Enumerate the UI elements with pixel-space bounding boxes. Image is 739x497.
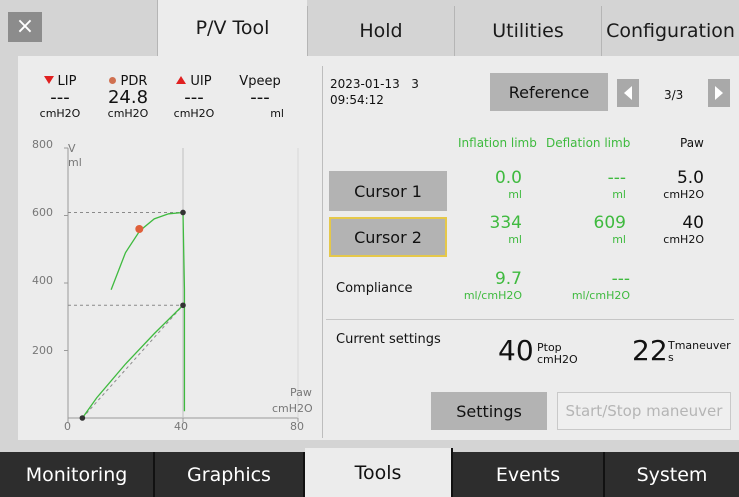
settings-divider <box>326 319 734 320</box>
cursor1-inflation-unit: ml <box>508 188 522 201</box>
cursor1-deflation-unit: ml <box>612 188 626 201</box>
nav-system[interactable]: System <box>605 452 739 497</box>
vpeep-unit: ml <box>270 107 284 120</box>
close-button[interactable]: × <box>8 12 42 42</box>
chevron-right-icon <box>715 86 723 100</box>
pv-loop-graph: 800 600 400 200 V ml 0 40 80 Paw cmH2O <box>28 138 324 438</box>
cursor1-inflation-value: 0.0 <box>494 168 522 188</box>
red-down-triangle-icon <box>43 76 54 84</box>
timestamp: 2023-01-13 3 09:54:12 <box>330 76 419 108</box>
red-up-triangle-icon <box>176 76 187 84</box>
x-axis-unit: cmH2O <box>272 402 313 415</box>
lip-value: --- <box>50 87 70 108</box>
cursor2-inflation-unit: ml <box>508 233 522 246</box>
col-inflation-limb: Inflation limb <box>458 136 537 150</box>
y-tick-800: 800 <box>32 138 53 151</box>
reference-button[interactable]: Reference <box>490 73 608 111</box>
nav-graphics[interactable]: Graphics <box>155 452 305 497</box>
top-tab-bar: × P/V Tool Hold Utilities Configuration <box>0 0 739 56</box>
cursor2-paw-value: 40 <box>682 213 704 233</box>
pv-marker-point-2 <box>180 209 186 216</box>
ptop-unit: cmH2O <box>537 353 578 366</box>
nav-monitoring[interactable]: Monitoring <box>0 452 155 497</box>
uip-value: --- <box>184 87 204 108</box>
compliance-deflation-unit: ml/cmH2O <box>571 289 630 302</box>
bottom-nav-bar: Monitoring Graphics Tools Events System <box>0 448 739 497</box>
tab-pv-tool[interactable]: P/V Tool <box>157 0 307 56</box>
y-tick-400: 400 <box>32 274 53 287</box>
pv-marker-point-3 <box>180 302 186 309</box>
cursor1-paw-value: 5.0 <box>676 168 704 188</box>
cursor1-paw: 5.0 cmH2O <box>650 168 704 202</box>
cursor2-paw-unit: cmH2O <box>663 233 704 246</box>
app-window: × P/V Tool Hold Utilities Configuration … <box>0 0 739 497</box>
cursor-2-button[interactable]: Cursor 2 <box>329 217 447 257</box>
cursor1-paw-unit: cmH2O <box>663 188 704 201</box>
settings-button[interactable]: Settings <box>431 392 547 430</box>
col-paw: Paw <box>680 136 704 150</box>
col-deflation-limb: Deflation limb <box>546 136 631 150</box>
x-tick-0: 0 <box>64 420 71 433</box>
pv-marker-point-1 <box>135 225 144 233</box>
tmaneuver-value: 22 <box>632 334 668 367</box>
tmaneuver-unit: s <box>668 351 674 364</box>
cursor1-deflation: --- ml <box>564 168 626 202</box>
compliance-inflation-unit: ml/cmH2O <box>463 289 522 302</box>
orange-dot-icon <box>108 77 116 84</box>
lip-unit: cmH2O <box>39 107 81 120</box>
tab-utilities[interactable]: Utilities <box>454 6 601 56</box>
pdr-readout: PDR 24.8 cmH2O <box>98 74 158 120</box>
cursor2-inflation-value: 334 <box>489 213 522 233</box>
tab-configuration[interactable]: Configuration <box>601 6 739 56</box>
ptop-value: 40 <box>498 334 534 367</box>
uip-readout: UIP --- cmH2O <box>164 74 224 120</box>
cursor1-inflation: 0.0 ml <box>460 168 522 202</box>
lip-readout: LIP --- cmH2O <box>30 74 90 120</box>
cursor2-deflation-value: 609 <box>593 213 626 233</box>
vpeep-value: --- <box>250 87 270 108</box>
compliance-deflation-value: --- <box>611 269 630 289</box>
x-tick-40: 40 <box>174 420 188 433</box>
pv-loop-svg <box>64 147 299 422</box>
cursor-1-button[interactable]: Cursor 1 <box>329 171 447 211</box>
cursor2-deflation-unit: ml <box>612 233 626 246</box>
chevron-left-icon <box>624 86 632 100</box>
next-page-button[interactable] <box>708 79 730 107</box>
cursor2-inflation: 334 ml <box>460 213 522 247</box>
compliance-inflation: 9.7 ml/cmH2O <box>460 269 522 303</box>
x-tick-80: 80 <box>290 420 304 433</box>
pdr-unit: cmH2O <box>107 107 149 120</box>
compliance-inflation-value: 9.7 <box>494 269 522 289</box>
tmaneuver-label: Tmaneuver <box>668 339 731 352</box>
start-stop-maneuver-button[interactable]: Start/Stop maneuver <box>557 392 731 430</box>
page-indicator: 3/3 <box>664 88 684 102</box>
cursor2-deflation: 609 ml <box>564 213 626 247</box>
x-axis-label: Paw <box>290 386 312 399</box>
y-tick-200: 200 <box>32 344 53 357</box>
tmaneuver-label-block: Tmaneuver s <box>668 340 731 364</box>
nav-events[interactable]: Events <box>453 452 605 497</box>
uip-unit: cmH2O <box>173 107 215 120</box>
y-tick-600: 600 <box>32 206 53 219</box>
y-axis-unit: ml <box>68 156 82 169</box>
pdr-value: 24.8 <box>107 87 149 108</box>
vpeep-readout: Vpeep --- ml <box>230 74 290 120</box>
cursor-dashed-line-3 <box>82 304 184 419</box>
cursor2-paw: 40 cmH2O <box>650 213 704 247</box>
y-axis-label: V <box>68 142 76 155</box>
pv-curve-2 <box>110 211 184 290</box>
cursor1-deflation-value: --- <box>607 168 626 188</box>
timestamp-index: 3 <box>411 77 419 91</box>
timestamp-date: 2023-01-13 <box>330 77 400 91</box>
previous-page-button[interactable] <box>617 79 639 107</box>
timestamp-time: 09:54:12 <box>330 93 384 107</box>
compliance-deflation: --- ml/cmH2O <box>560 269 630 303</box>
nav-tools[interactable]: Tools <box>305 448 453 497</box>
compliance-label: Compliance <box>336 281 413 296</box>
current-settings-label: Current settings <box>336 332 441 347</box>
tab-hold[interactable]: Hold <box>307 6 454 56</box>
ptop-label-block: Ptop cmH2O <box>537 342 578 366</box>
pv-marker-point-4 <box>79 415 86 421</box>
